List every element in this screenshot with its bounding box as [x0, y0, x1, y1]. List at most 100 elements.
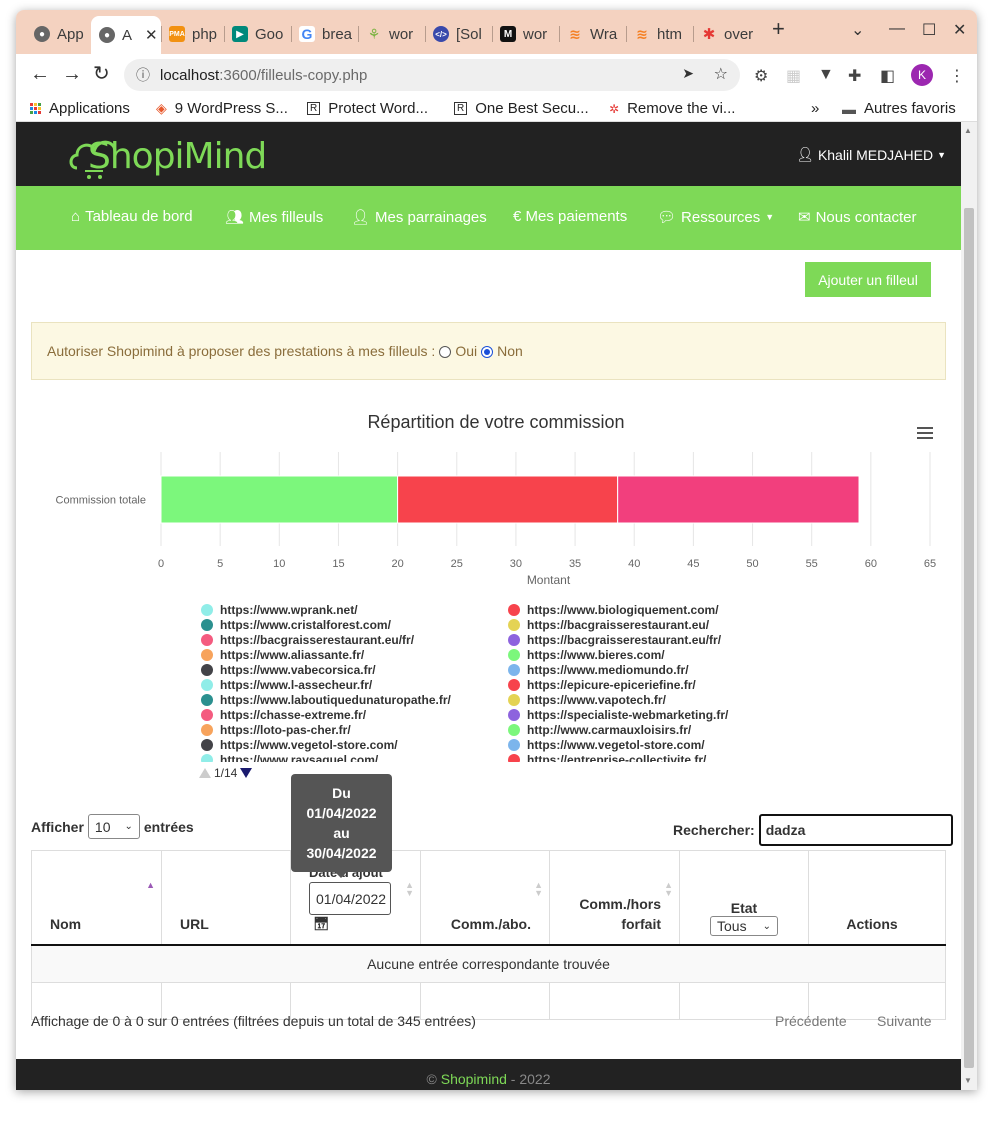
legend-item[interactable]: https://www.ravsaquel.com/ [201, 752, 491, 762]
legend-item[interactable]: https://www.aliassante.fr/ [201, 647, 491, 662]
etat-select[interactable]: Tous ⌄ [710, 916, 778, 936]
legend-prev-icon[interactable] [199, 768, 211, 778]
bookmark-remove[interactable]: ✲ Remove the vi... [609, 100, 735, 117]
legend-item[interactable]: https://bacgraisserestaurant.eu/fr/ [201, 632, 491, 647]
next-page-button[interactable]: Suivante [877, 1013, 931, 1029]
tab-app[interactable]: ● App [26, 20, 91, 48]
legend-item[interactable]: https://www.cristalforest.com/ [201, 617, 491, 632]
legend-item[interactable]: https://www.mediomundo.fr/ [508, 662, 798, 677]
puzzle-icon[interactable]: ✚ [848, 66, 861, 86]
column-comm-hors[interactable]: Comm./hors forfait ▲ ▼ [549, 850, 680, 946]
tab-label: wor [389, 25, 414, 43]
calendar-icon[interactable]: 📅︎ [313, 916, 330, 931]
tab-goo[interactable]: ▶ Goo [224, 20, 291, 48]
legend-item[interactable]: https://chasse-extreme.fr/ [201, 707, 491, 722]
tab-wra[interactable]: ≋ Wra [559, 20, 626, 48]
tab-htm[interactable]: ≋ htm [626, 20, 693, 48]
bar-segment-1[interactable] [397, 475, 619, 524]
legend-label: https://epicure-epiceriefine.fr/ [527, 677, 696, 692]
legend-item[interactable]: https://www.wprank.net/ [201, 602, 491, 617]
logo-text[interactable]: ShopiMind [88, 136, 267, 177]
menu-contact[interactable]: ✉ Nous contacter [798, 208, 916, 227]
minimize-icon[interactable]: — [889, 20, 905, 38]
user-menu[interactable]: 👤︎ Khalil MEDJAHED ▼ [796, 146, 946, 163]
envelope-icon: ✉ [798, 209, 811, 226]
other-bookmarks[interactable]: ▬ Autres favoris [842, 100, 956, 117]
menu-ressources[interactable]: 💬︎ Ressources ▼ [657, 208, 774, 227]
tab-sol[interactable]: </> [Sol [425, 20, 492, 48]
vue-devtools-icon[interactable]: ▼ [818, 66, 834, 84]
scrollbar-thumb[interactable] [964, 208, 974, 1068]
extension-icon[interactable]: ▦ [786, 66, 801, 86]
legend-item[interactable]: https://www.bieres.com/ [508, 647, 798, 662]
search-input[interactable]: dadza [758, 814, 953, 846]
bookmark-applications[interactable]: Applications [30, 100, 130, 117]
column-etat: Etat Tous ⌄ [679, 850, 809, 946]
close-window-icon[interactable]: ✕ [953, 20, 966, 40]
tab-php[interactable]: PMA php [161, 20, 224, 48]
menu-dashboard[interactable]: ⌂ Tableau de bord [71, 208, 193, 225]
bookmark-wordpress[interactable]: ◈ 9 WordPress S... [156, 100, 288, 117]
legend-item[interactable]: https://loto-pas-cher.fr/ [201, 722, 491, 737]
bar-segment-0[interactable] [160, 475, 399, 524]
profile-avatar[interactable]: K [911, 64, 933, 86]
legend-item[interactable]: https://epicure-epiceriefine.fr/ [508, 677, 798, 692]
tab-search-icon[interactable]: ⌄ [851, 20, 864, 40]
legend-label: http://www.carmauxloisirs.fr/ [527, 722, 692, 737]
send-icon[interactable]: ➤ [682, 65, 694, 82]
side-panel-icon[interactable]: ◧ [880, 66, 895, 86]
info-icon[interactable]: ⓘ [136, 65, 150, 85]
previous-page-button[interactable]: Précédente [775, 1013, 847, 1029]
new-tab-button[interactable]: + [772, 16, 785, 42]
kebab-menu-icon[interactable]: ⋮ [949, 66, 965, 86]
column-nom[interactable]: Nom ▲ [31, 850, 162, 946]
menu-paiements[interactable]: € Mes paiements [513, 208, 627, 225]
legend-item[interactable]: http://www.carmauxloisirs.fr/ [508, 722, 798, 737]
tab-over[interactable]: ✱ over [693, 20, 760, 48]
bookmarks-overflow-button[interactable]: » [811, 100, 819, 117]
length-select[interactable]: 10 ⌄ [87, 814, 140, 839]
add-filleul-button[interactable]: Ajouter un filleul [805, 262, 931, 297]
legend-item[interactable]: https://entreprise-collectivite.fr/ [508, 752, 798, 762]
legend-item[interactable]: https://www.vabecorsica.fr/ [201, 662, 491, 677]
legend-item[interactable]: https://www.vapotech.fr/ [508, 692, 798, 707]
address-bar[interactable]: ⓘ localhost:3600/filleuls-copy.php ➤ ☆ [124, 59, 740, 91]
tab-brea[interactable]: G brea [291, 20, 358, 48]
legend-next-icon[interactable] [240, 768, 253, 778]
forward-icon[interactable]: → [62, 64, 82, 84]
legend-label: https://www.laboutiquedunaturopathe.fr/ [220, 692, 451, 707]
gear-extension-icon[interactable]: ⚙ [754, 66, 768, 86]
bookmark-security[interactable]: R One Best Secu... [454, 100, 589, 117]
menu-parrainages[interactable]: 👤︎ Mes parrainages [351, 208, 487, 227]
column-comm-abo[interactable]: Comm./abo. ▲ ▼ [420, 850, 550, 946]
legend-item[interactable]: https://www.l-assecheur.fr/ [201, 677, 491, 692]
page-scrollbar[interactable]: ▲ ▼ [961, 122, 977, 1090]
x-axis-label: Montant [527, 573, 571, 587]
bar-segment-2[interactable] [617, 475, 860, 524]
chart-menu-icon[interactable] [917, 427, 933, 442]
legend-item[interactable]: https://specialiste-webmarketing.fr/ [508, 707, 798, 722]
radio-oui[interactable] [439, 346, 452, 358]
date-range-input[interactable]: 01/04/2022 [309, 882, 391, 915]
legend-item[interactable]: https://bacgraisserestaurant.eu/fr/ [508, 632, 798, 647]
footer-brand-link[interactable]: Shopimind [441, 1071, 507, 1087]
back-icon[interactable]: ← [30, 64, 50, 84]
scroll-down-icon[interactable]: ▼ [964, 1076, 972, 1085]
legend-item[interactable]: https://www.biologiquement.com/ [508, 602, 798, 617]
legend-item[interactable]: https://www.vegetol-store.com/ [508, 737, 798, 752]
tab-wor2[interactable]: M wor [492, 20, 559, 48]
bookmark-protect[interactable]: R Protect Word... [307, 100, 428, 117]
close-tab-icon[interactable]: ✕ [145, 26, 158, 44]
menu-filleuls[interactable]: 👥︎ Mes filleuls [225, 208, 323, 227]
reload-icon[interactable]: ↻ [93, 64, 110, 84]
tab-wor[interactable]: ⚘ wor [358, 20, 425, 48]
legend-item[interactable]: https://www.laboutiquedunaturopathe.fr/ [201, 692, 491, 707]
legend-item[interactable]: https://bacgraisserestaurant.eu/ [508, 617, 798, 632]
tab-active[interactable]: ● A ✕ [91, 16, 161, 54]
star-icon[interactable]: ☆ [714, 64, 728, 84]
column-url[interactable]: URL [161, 850, 291, 946]
radio-non[interactable] [481, 346, 494, 358]
scroll-up-icon[interactable]: ▲ [964, 126, 972, 135]
maximize-icon[interactable]: ☐ [922, 20, 936, 40]
legend-item[interactable]: https://www.vegetol-store.com/ [201, 737, 491, 752]
